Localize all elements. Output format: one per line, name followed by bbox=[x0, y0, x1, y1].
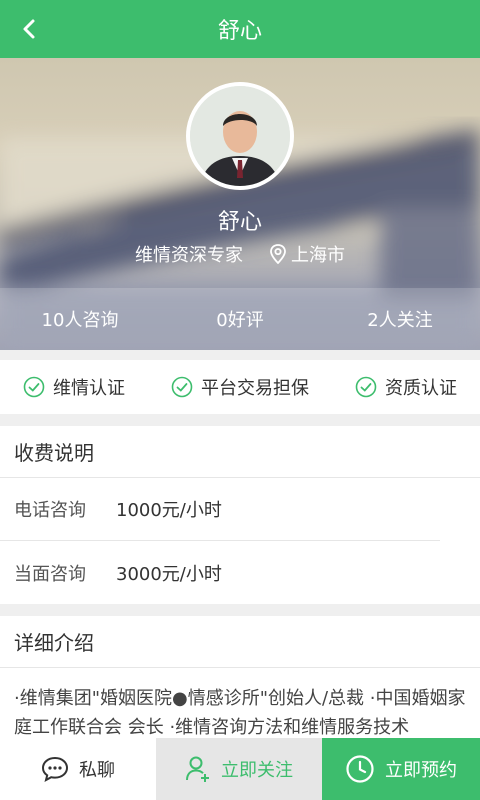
fee-value: 1000元/小时 bbox=[116, 500, 222, 521]
fee-section-title: 收费说明 bbox=[0, 426, 480, 478]
badge-certified: 维情认证 bbox=[23, 374, 125, 400]
private-chat-button[interactable]: 私聊 bbox=[0, 738, 156, 800]
app-root: 舒心 舒心 维情资深专家 上海市 10人咨询 0好评 2人关注 维情认证 平台交… bbox=[0, 0, 480, 800]
profile-subline: 维情资深专家 上海市 bbox=[0, 241, 480, 267]
badge-label: 平台交易担保 bbox=[201, 378, 309, 399]
fee-row-phone: 电话咨询 1000元/小时 bbox=[0, 478, 440, 541]
book-appointment-label: 立即预约 bbox=[385, 760, 457, 781]
profile-name: 舒心 bbox=[217, 210, 262, 235]
back-arrow-icon bbox=[23, 19, 35, 39]
clock-icon bbox=[346, 755, 374, 783]
check-circle-icon bbox=[171, 376, 193, 398]
intro-section-title: 详细介绍 bbox=[0, 616, 480, 668]
fee-label: 当面咨询 bbox=[14, 563, 86, 585]
stat-consults: 10人咨询 bbox=[41, 310, 119, 331]
badge-label: 资质认证 bbox=[385, 378, 457, 399]
fee-row-in-person: 当面咨询 3000元/小时 bbox=[0, 541, 480, 604]
stat-followers: 2人关注 bbox=[367, 310, 433, 331]
avatar[interactable] bbox=[186, 82, 294, 190]
stats-bar: 10人咨询 0好评 2人关注 bbox=[0, 288, 480, 350]
fee-label: 电话咨询 bbox=[14, 500, 86, 521]
location-text: 上海市 bbox=[291, 245, 345, 266]
follow-button[interactable]: 立即关注 bbox=[156, 738, 322, 800]
page-title: 舒心 bbox=[217, 19, 262, 44]
back-button[interactable] bbox=[10, 9, 50, 49]
intro-section: 详细介绍 ·维情集团"婚姻医院●情感诊所"创始人/总裁 ·中国婚姻家庭工作联合会… bbox=[0, 616, 480, 740]
badge-qualification: 资质认证 bbox=[355, 374, 457, 400]
verification-badges: 维情认证 平台交易担保 资质认证 bbox=[0, 360, 480, 414]
badge-label: 维情认证 bbox=[53, 378, 125, 399]
top-bar: 舒心 bbox=[0, 0, 480, 58]
follow-label: 立即关注 bbox=[221, 760, 293, 781]
chat-bubble-icon bbox=[41, 756, 69, 782]
book-appointment-button[interactable]: 立即预约 bbox=[322, 738, 480, 800]
private-chat-label: 私聊 bbox=[79, 760, 115, 781]
stat-good-reviews: 0好评 bbox=[216, 310, 264, 331]
profile-role: 维情资深专家 bbox=[135, 245, 243, 266]
check-circle-icon bbox=[355, 376, 377, 398]
check-circle-icon bbox=[23, 376, 45, 398]
profile-location: 上海市 bbox=[269, 241, 345, 267]
badge-guarantee: 平台交易担保 bbox=[171, 374, 309, 400]
fee-section: 收费说明 电话咨询 1000元/小时 当面咨询 3000元/小时 bbox=[0, 426, 480, 604]
intro-text: ·维情集团"婚姻医院●情感诊所"创始人/总裁 ·中国婚姻家庭工作联合会 会长 ·… bbox=[14, 688, 466, 738]
fee-value: 3000元/小时 bbox=[116, 563, 222, 585]
add-user-icon bbox=[186, 756, 209, 782]
location-pin-icon bbox=[270, 244, 286, 264]
profile-hero: 舒心 维情资深专家 上海市 10人咨询 0好评 2人关注 bbox=[0, 58, 480, 350]
portrait-image bbox=[190, 86, 290, 186]
bottom-action-bar: 私聊 立即关注 立即预约 bbox=[0, 738, 480, 800]
